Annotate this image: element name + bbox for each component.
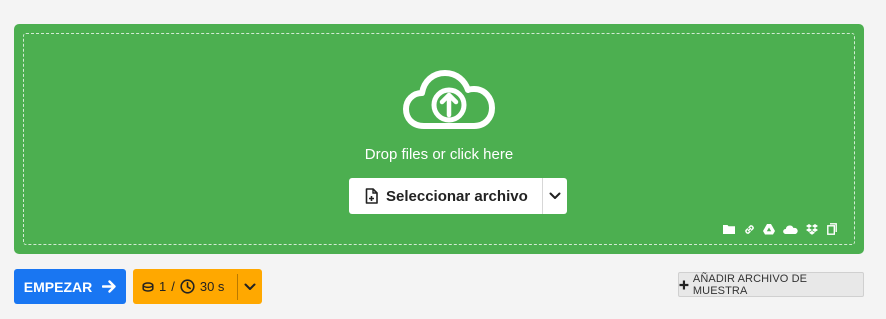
add-sample-file-label: AÑADIR ARCHIVO DE MUESTRA	[692, 272, 808, 297]
google-drive-icon[interactable]	[763, 223, 775, 235]
credits-count: 1	[159, 279, 167, 294]
plus-icon	[679, 280, 689, 289]
select-source-dropdown[interactable]	[543, 178, 567, 214]
dropzone-border: Drop files or click here Seleccionar arc…	[23, 33, 855, 245]
select-file-button[interactable]: Seleccionar archivo	[349, 178, 542, 214]
select-file-group: Seleccionar archivo	[349, 178, 567, 214]
conversion-options-button[interactable]: 1 / 30 s	[133, 269, 262, 304]
select-file-label: Seleccionar archivo	[386, 187, 528, 205]
cloud-upload-icon	[403, 70, 495, 129]
link-icon[interactable]	[743, 223, 755, 235]
chevron-down-icon	[549, 192, 561, 199]
drop-prompt: Drop files or click here	[364, 146, 514, 163]
time-estimate: 30 s	[199, 279, 225, 294]
options-dropdown[interactable]	[238, 283, 262, 291]
options-divider	[237, 273, 238, 300]
start-button[interactable]: EMPEZAR	[14, 269, 126, 304]
source-icons	[723, 223, 838, 235]
chevron-down-icon	[244, 283, 256, 290]
start-label: EMPEZAR	[23, 278, 93, 295]
clipboard-icon[interactable]	[826, 223, 838, 235]
onedrive-icon[interactable]	[783, 223, 798, 235]
credits-separator: /	[171, 279, 175, 294]
file-add-icon	[365, 188, 378, 204]
folder-icon[interactable]	[723, 223, 735, 235]
clock-icon	[180, 279, 195, 294]
dropbox-icon[interactable]	[806, 223, 818, 235]
add-sample-file-button[interactable]: AÑADIR ARCHIVO DE MUESTRA	[678, 272, 864, 297]
file-dropzone[interactable]: Drop files or click here Seleccionar arc…	[14, 24, 864, 254]
coins-icon	[142, 281, 154, 292]
credits-time-info: 1 / 30 s	[133, 279, 237, 294]
arrow-right-icon	[102, 280, 116, 293]
